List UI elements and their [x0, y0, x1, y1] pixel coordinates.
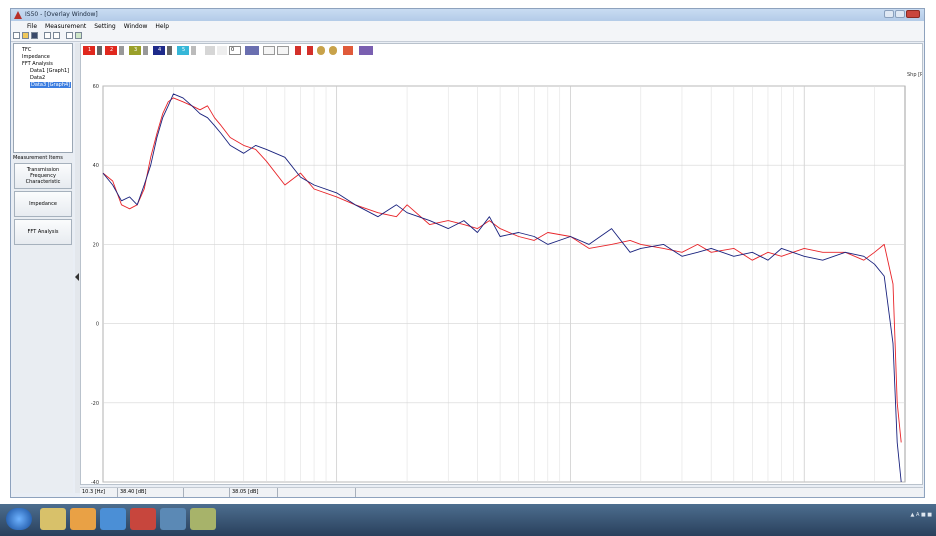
- cursor-icon[interactable]: [307, 46, 313, 55]
- status-blank-1: [184, 488, 230, 497]
- menu-measurement[interactable]: Measurement: [45, 23, 86, 30]
- close-button[interactable]: [906, 10, 920, 18]
- fft-analysis-button[interactable]: FFT Analysis: [14, 219, 72, 245]
- tree-item-data1[interactable]: Data1 [Graph1]: [30, 68, 69, 74]
- title-bar: IS50 - [Overlay Window]: [11, 9, 924, 21]
- menu-window[interactable]: Window: [124, 23, 148, 30]
- open-folder-icon[interactable]: [22, 32, 29, 39]
- log-scale-icon[interactable]: [277, 46, 289, 55]
- channel-5-label: 5: [182, 47, 186, 53]
- y-axis-label: Shp [Pa]: [907, 72, 922, 78]
- print-preview-icon[interactable]: [44, 32, 51, 39]
- trash-icon[interactable]: [167, 46, 172, 55]
- tree-item-fft-analysis[interactable]: FFT Analysis: [22, 61, 53, 67]
- menu-setting[interactable]: Setting: [94, 23, 115, 30]
- main-toolbar: [11, 31, 924, 42]
- menu-file[interactable]: File: [27, 23, 37, 30]
- is50-taskbar-icon[interactable]: [130, 508, 156, 530]
- channel-4-toggle[interactable]: 4: [153, 46, 165, 55]
- y-tick-label: 40: [93, 163, 99, 169]
- maximize-button[interactable]: [895, 10, 905, 18]
- fft-chart[interactable]: 6040200-20-401020501002005001k2k5k10k20k…: [81, 56, 922, 484]
- channel-4-label: 4: [158, 47, 162, 53]
- app-window: IS50 - [Overlay Window] File Measurement…: [10, 8, 925, 498]
- print-icon[interactable]: [205, 46, 215, 55]
- save-icon[interactable]: [31, 32, 38, 39]
- data-tree: TFC Impedance FFT Analysis Data1 [Graph1…: [13, 43, 73, 153]
- media-player-taskbar-icon[interactable]: [70, 508, 96, 530]
- grid-icon[interactable]: [245, 46, 259, 55]
- plot-area: [102, 85, 906, 483]
- trash-icon[interactable]: [143, 46, 148, 55]
- channel-5-toggle[interactable]: 5: [177, 46, 189, 55]
- copy-icon[interactable]: [217, 46, 227, 55]
- y-tick-label: -20: [91, 401, 99, 407]
- start-button[interactable]: [6, 508, 32, 530]
- app2-taskbar-icon[interactable]: [190, 508, 216, 530]
- tree-item-impedance[interactable]: Impedance: [22, 54, 50, 60]
- zoom-in-icon[interactable]: [317, 46, 325, 55]
- channel-1-toggle[interactable]: 1: [83, 46, 95, 55]
- system-tray: ▲ A ■ ■: [910, 512, 932, 518]
- measure-tool-icon[interactable]: [66, 32, 73, 39]
- status-value-1: 38.40 [dB]: [118, 488, 184, 497]
- print-icon[interactable]: [53, 32, 60, 39]
- trash-icon[interactable]: [119, 46, 124, 55]
- app-taskbar-icon[interactable]: [160, 508, 186, 530]
- marker-icon[interactable]: [295, 46, 301, 55]
- sidebar: TFC Impedance FFT Analysis Data1 [Graph1…: [13, 43, 73, 493]
- lin-scale-icon[interactable]: [263, 46, 275, 55]
- measurement-items-header: Measurement Items: [13, 155, 63, 161]
- menu-help[interactable]: Help: [155, 23, 169, 30]
- y-tick-label: 0: [96, 322, 99, 328]
- status-frequency: 10.3 [Hz]: [80, 488, 118, 497]
- channel-2-toggle[interactable]: 2: [105, 46, 117, 55]
- app-icon: [14, 11, 22, 19]
- y-tick-label: 20: [93, 242, 99, 248]
- tree-item-data3[interactable]: Data3 [Graph4]: [30, 82, 72, 88]
- menu-bar: File Measurement Setting Window Help: [11, 21, 924, 31]
- browser-taskbar-icon[interactable]: [100, 508, 126, 530]
- zoom-input[interactable]: 0: [229, 46, 241, 55]
- tree-item-tfc[interactable]: TFC: [22, 47, 31, 53]
- minimize-button[interactable]: [884, 10, 894, 18]
- y-tick-label: -40: [91, 480, 99, 484]
- zoom-out-icon[interactable]: [329, 46, 337, 55]
- trash-icon[interactable]: [191, 46, 196, 55]
- window-title: IS50 - [Overlay Window]: [25, 11, 98, 18]
- channel-3-toggle[interactable]: 3: [129, 46, 141, 55]
- new-file-icon[interactable]: [13, 32, 20, 39]
- export-icon[interactable]: [359, 46, 373, 55]
- status-blank-2: [278, 488, 356, 497]
- channel-1-label: 1: [88, 47, 92, 53]
- impedance-button[interactable]: Impedance: [14, 191, 72, 217]
- status-bar: 10.3 [Hz] 38.40 [dB] 38.05 [dB]: [80, 487, 923, 497]
- trash-icon[interactable]: [97, 46, 102, 55]
- explorer-taskbar-icon[interactable]: [40, 508, 66, 530]
- channel-3-label: 3: [134, 47, 138, 53]
- transmission-frequency-button[interactable]: Transmission Frequency Characteristic: [14, 163, 72, 189]
- status-value-2: 38.05 [dB]: [230, 488, 278, 497]
- autoscale-icon[interactable]: [343, 46, 353, 55]
- taskbar: ▲ A ■ ■: [0, 504, 936, 536]
- run-icon[interactable]: [75, 32, 82, 39]
- y-tick-label: 60: [93, 84, 99, 90]
- plot-pane: 1 2 3 4 5 0 6040200-20-40102050100200500…: [80, 43, 923, 485]
- tree-item-data2[interactable]: Data2: [30, 75, 45, 81]
- channel-2-label: 2: [110, 47, 114, 53]
